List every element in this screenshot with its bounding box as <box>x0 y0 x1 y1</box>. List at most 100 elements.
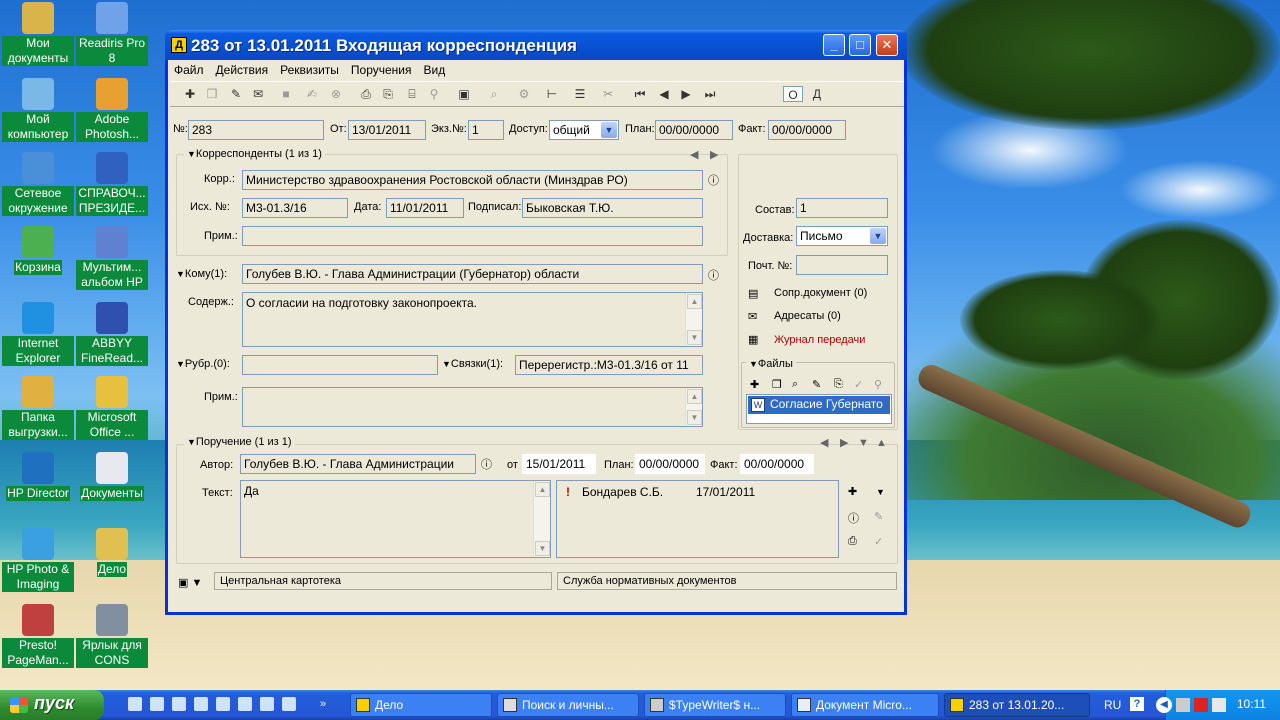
next-assignment-icon[interactable]: ▶ <box>840 436 848 449</box>
report-executor-icon[interactable]: ⎙ <box>848 535 857 548</box>
signed-field[interactable]: Быковская Т.Ю. <box>522 198 703 218</box>
content-scrollbar[interactable]: ▲ ▼ <box>685 293 702 346</box>
delivery-select[interactable]: Письмо ▼ <box>796 226 888 246</box>
task-document-283[interactable]: 283 от 13.01.20... <box>944 693 1090 717</box>
assign-date-field[interactable]: 15/01/2011 <box>522 454 596 474</box>
first-record-icon[interactable]: ⏮ <box>632 86 648 102</box>
out-date-field[interactable]: 11/01/2011 <box>386 198 464 218</box>
desktop-icon-microsoft-office[interactable]: Microsoft Office ... <box>76 376 148 440</box>
links-label[interactable]: ▼ Связки(1): <box>442 358 503 370</box>
menu-file[interactable]: Файл <box>168 60 210 77</box>
quicklaunch-notepad-icon[interactable] <box>150 697 164 711</box>
menu-assignments[interactable]: Поручения <box>345 60 418 77</box>
desktop-icon-internet-explorer[interactable]: Internet Explorer <box>2 302 74 366</box>
desktop-icon-delo[interactable]: Дело <box>76 528 148 577</box>
start-button[interactable]: пуск <box>0 690 104 720</box>
desktop-icon-hp-director[interactable]: HP Director <box>2 452 74 501</box>
assignment-text-scrollbar[interactable]: ▲ ▼ <box>533 481 550 557</box>
quicklaunch-explorer-icon[interactable] <box>238 697 252 711</box>
rubric-field[interactable] <box>242 355 438 375</box>
quicklaunch-desktop-icon[interactable] <box>128 697 142 711</box>
rubric-label[interactable]: ▼ Рубр.(0): <box>176 358 230 370</box>
quicklaunch-media-icon[interactable] <box>216 697 230 711</box>
maximize-button[interactable]: □ <box>849 34 871 56</box>
task-word[interactable]: Документ Micro... <box>791 693 939 717</box>
tray-expand-icon[interactable]: ◀ <box>1156 697 1172 713</box>
note-scrollbar[interactable]: ▲ ▼ <box>685 388 702 426</box>
check-signature-icon[interactable]: ⚲ <box>874 378 882 391</box>
delete-icon[interactable]: ⊗ <box>328 86 344 102</box>
desktop-icon-spravoch-prezide[interactable]: СПРАВОЧ... ПРЕЗИДЕ... <box>76 152 148 216</box>
stamp-icon[interactable]: ⚲ <box>426 86 442 102</box>
assignment-header[interactable]: ▼ Поручение (1 из 1) <box>184 436 295 448</box>
edit-icon[interactable]: ✍ <box>304 86 320 102</box>
volume-icon[interactable] <box>1212 698 1226 712</box>
access-select[interactable]: общий ▼ <box>549 120 619 140</box>
new-assignment-icon[interactable]: ✎ <box>228 86 244 102</box>
info-icon[interactable]: ⓘ <box>481 456 492 472</box>
copy-field[interactable]: 1 <box>468 120 504 140</box>
desktop-icon-abbyy-finereader[interactable]: ABBYY FineRead... <box>76 302 148 366</box>
prev-correspondent-icon[interactable]: ◀ <box>690 148 698 161</box>
to-field[interactable]: Голубев В.Ю. - Глава Администрации (Губе… <box>242 264 703 284</box>
transfer-journal-link[interactable]: Журнал передачи <box>774 334 865 346</box>
accompanying-docs-link[interactable]: Сопр.документ (0) <box>774 287 867 299</box>
print-icon[interactable]: ⎙ <box>358 86 374 102</box>
chevron-down-icon[interactable]: ▼ <box>876 487 885 497</box>
menu-actions[interactable]: Действия <box>210 60 275 77</box>
num-field[interactable]: 283 <box>188 120 324 140</box>
desktop-icon-my-documents[interactable]: Мои документы <box>2 2 74 66</box>
cut-icon[interactable]: ✂ <box>600 86 616 102</box>
save-icon[interactable]: ■ <box>278 86 294 102</box>
note-textarea[interactable]: ▲ ▼ <box>242 387 703 427</box>
edit-file-icon[interactable]: ✎ <box>812 378 821 391</box>
last-record-icon[interactable]: ⏭ <box>702 86 718 102</box>
report-icon[interactable]: ▣ <box>456 86 472 102</box>
next-record-icon[interactable]: ▶ <box>678 86 694 102</box>
assign-fact-field[interactable]: 00/00/0000 <box>740 454 814 474</box>
desktop-icon-hp-photo-imaging[interactable]: HP Photo & Imaging <box>2 528 74 592</box>
help-icon[interactable]: ? <box>1130 697 1144 711</box>
desktop-icon-multimedia-album-hp[interactable]: Мультим... альбом HP <box>76 226 148 290</box>
task-typewriter[interactable]: $TypeWriter$ н... <box>644 693 786 717</box>
prev-record-icon[interactable]: ◀ <box>656 86 672 102</box>
desktop-icon-my-computer[interactable]: Мой компьютер <box>2 78 74 142</box>
close-button[interactable]: ✕ <box>876 34 898 56</box>
quicklaunch-more-icon[interactable]: » <box>320 698 326 710</box>
new-document-icon[interactable]: ✚ <box>182 86 198 102</box>
attach-icon[interactable]: ⊢ <box>544 86 560 102</box>
desktop-icon-documents[interactable]: Документы <box>76 452 148 501</box>
quicklaunch-ie-icon[interactable] <box>194 697 208 711</box>
chevron-down-icon[interactable]: ▼ <box>601 122 617 138</box>
scan-icon[interactable]: ⌸ <box>404 86 420 102</box>
plan-field[interactable]: 00/00/0000 <box>655 120 733 140</box>
open-file-icon[interactable]: ❐ <box>772 378 782 391</box>
quicklaunch-app-icon[interactable] <box>282 697 296 711</box>
quicklaunch-word-icon[interactable] <box>260 697 274 711</box>
desktop-icon-recycle-bin[interactable]: Корзина <box>2 226 74 275</box>
task-search[interactable]: Поиск и личны... <box>497 693 639 717</box>
edit-executor-icon[interactable]: ✎ <box>874 510 883 523</box>
add-file-icon[interactable]: ✚ <box>750 378 759 391</box>
addressees-link[interactable]: Адресаты (0) <box>774 310 841 322</box>
next-correspondent-icon[interactable]: ▶ <box>710 148 718 161</box>
menu-view[interactable]: Вид <box>418 60 452 77</box>
view-file-icon[interactable]: ⌕ <box>792 378 798 391</box>
task-delo[interactable]: Дело <box>350 693 492 717</box>
corr-field[interactable]: Министерство здравоохранения Ростовской … <box>242 170 703 190</box>
view-o-toggle[interactable]: О <box>783 86 803 102</box>
antivirus-icon[interactable] <box>1194 698 1208 712</box>
correspondents-header[interactable]: ▼ Корреспонденты (1 из 1) <box>184 148 325 160</box>
fact-field[interactable]: 00/00/0000 <box>768 120 846 140</box>
out-num-field[interactable]: М3-01.3/16 <box>242 198 348 218</box>
desktop-icon-presto-pageman[interactable]: Presto! PageMan... <box>2 604 74 668</box>
add-executor-icon[interactable]: ✚ <box>848 485 857 498</box>
journal-icon[interactable]: ☰ <box>572 86 588 102</box>
new-resolution-icon[interactable]: ✉ <box>250 86 266 102</box>
language-indicator[interactable]: RU <box>1104 698 1121 712</box>
desktop-icon-adobe-photoshop[interactable]: Adobe Photosh... <box>76 78 148 142</box>
new-copy-icon[interactable]: ❐ <box>204 86 220 102</box>
post-num-field[interactable] <box>796 255 888 275</box>
desktop-icon-export-folder[interactable]: Папка выгрузки... <box>2 376 74 440</box>
copy-file-icon[interactable]: ⎘ <box>834 378 843 391</box>
